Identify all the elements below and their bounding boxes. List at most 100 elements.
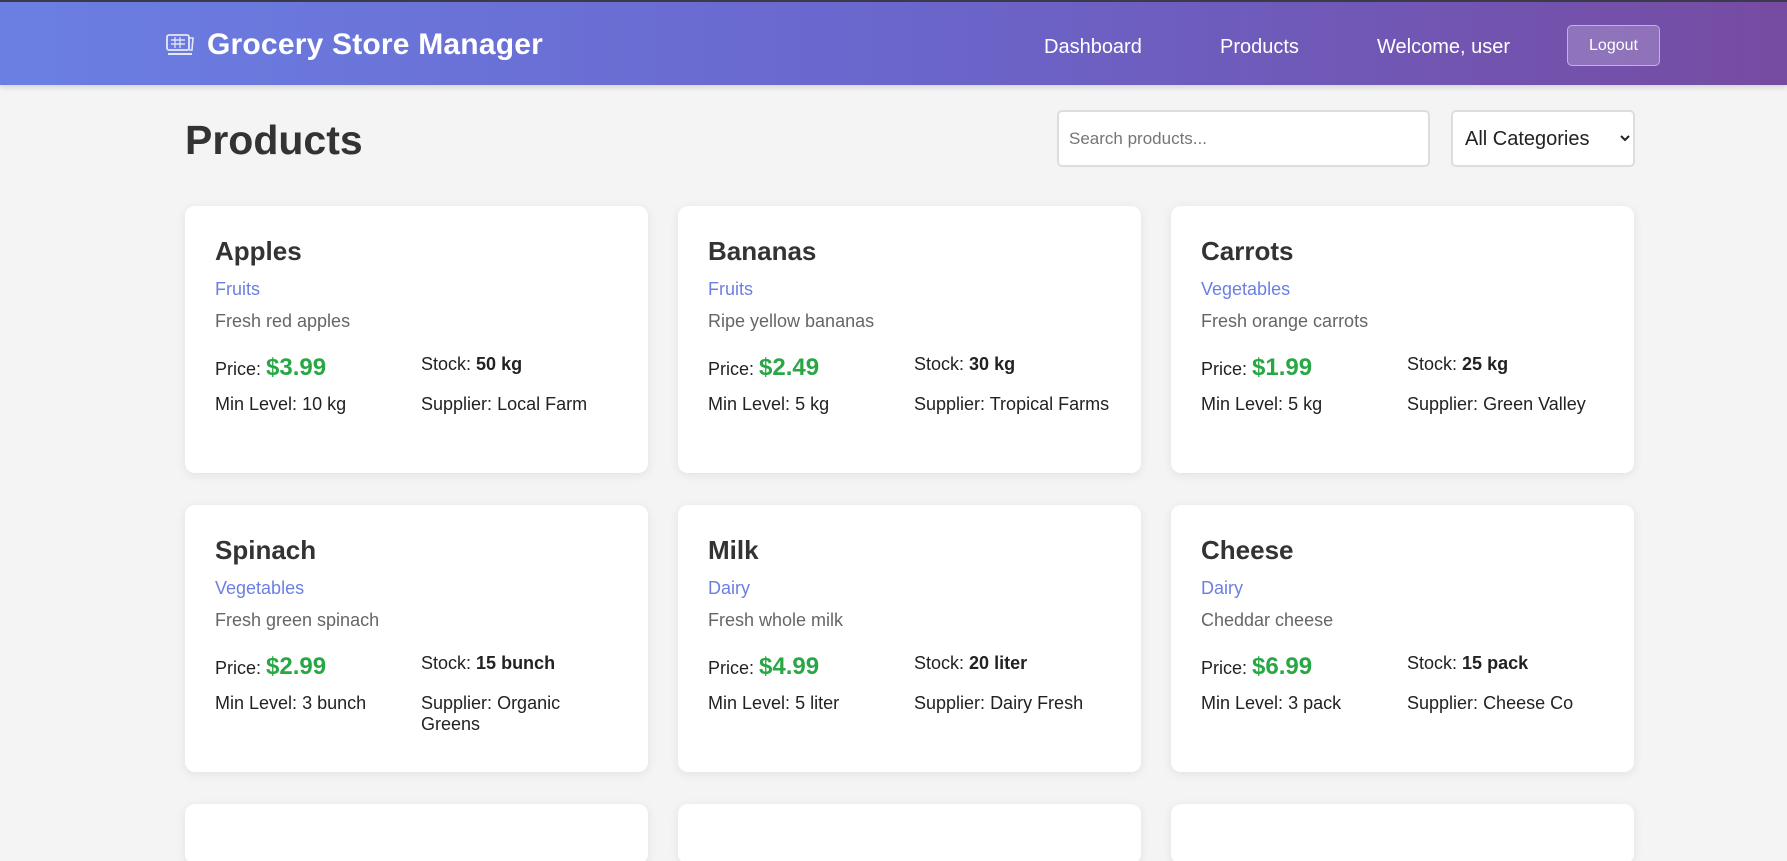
price-value: $2.99: [266, 653, 327, 680]
supplier-value: Dairy Fresh: [990, 693, 1084, 713]
supplier-label: Supplier:: [914, 394, 986, 414]
product-name: Bananas: [708, 236, 817, 266]
min-level-label: Min Level:: [708, 394, 791, 414]
min-level-value: 3 bunch: [302, 693, 367, 713]
supplier-value: Cheese Co: [1483, 693, 1574, 713]
product-description: Ripe yellow bananas: [708, 311, 875, 331]
min-level-label: Min Level:: [1201, 394, 1284, 414]
supplier-label: Supplier:: [1407, 693, 1479, 713]
welcome-text: Welcome, user: [1377, 36, 1511, 58]
price-value: $3.99: [266, 354, 327, 381]
price-value: $1.99: [1252, 354, 1313, 381]
min-level-label: Min Level:: [215, 394, 298, 414]
price-field: Price: $2.49: [708, 354, 914, 382]
supplier-field: Supplier: Tropical Farms: [914, 394, 1114, 415]
stock-label: Stock:: [914, 354, 965, 374]
product-card[interactable]: Cheese Dairy Cheddar cheese Price: $6.99…: [1171, 505, 1634, 772]
supplier-label: Supplier:: [421, 394, 493, 414]
product-description: Fresh green spinach: [215, 610, 380, 630]
price-label: Price:: [215, 658, 262, 678]
product-category: Fruits: [215, 279, 260, 299]
product-card[interactable]: [1171, 804, 1634, 861]
price-label: Price:: [1201, 359, 1248, 379]
product-description: Cheddar cheese: [1201, 610, 1334, 630]
nav-products-link[interactable]: Products: [1220, 36, 1299, 59]
product-description: Fresh orange carrots: [1201, 311, 1369, 331]
product-details: Price: $4.99 Stock: 20 liter Min Level: …: [708, 653, 1111, 714]
product-card[interactable]: Carrots Vegetables Fresh orange carrots …: [1171, 206, 1634, 473]
supplier-label: Supplier:: [421, 693, 493, 713]
product-card[interactable]: [678, 804, 1141, 861]
product-card[interactable]: Apples Fruits Fresh red apples Price: $3…: [185, 206, 648, 473]
min-level-value: 5 kg: [795, 394, 830, 414]
product-category: Vegetables: [215, 578, 305, 598]
min-level-value: 3 pack: [1288, 693, 1342, 713]
price-value: $6.99: [1252, 653, 1313, 680]
stock-label: Stock:: [1407, 653, 1458, 673]
category-filter-select[interactable]: All Categories: [1451, 110, 1635, 167]
min-level-field: Min Level: 10 kg: [215, 394, 421, 415]
stock-label: Stock:: [421, 354, 472, 374]
supplier-field: Supplier: Cheese Co: [1407, 693, 1607, 714]
product-description: Fresh red apples: [215, 311, 351, 331]
product-category: Dairy: [1201, 578, 1244, 598]
supplier-field: Supplier: Local Farm: [421, 394, 621, 415]
brand[interactable]: Grocery Store Manager: [165, 28, 543, 62]
price-field: Price: $6.99: [1201, 653, 1407, 681]
min-level-value: 10 kg: [302, 394, 347, 414]
min-level-label: Min Level:: [215, 693, 298, 713]
min-level-field: Min Level: 3 pack: [1201, 693, 1407, 714]
min-level-field: Min Level: 5 liter: [708, 693, 914, 714]
stock-field: Stock: 15 pack: [1407, 653, 1607, 681]
price-label: Price:: [708, 658, 755, 678]
product-details: Price: $3.99 Stock: 50 kg Min Level: 10 …: [215, 354, 618, 415]
min-level-label: Min Level:: [1201, 693, 1284, 713]
supplier-value: Local Farm: [497, 394, 588, 414]
stock-value: 15 pack: [1462, 653, 1529, 673]
supplier-value: Green Valley: [1483, 394, 1586, 414]
supplier-field: Supplier: Dairy Fresh: [914, 693, 1114, 714]
nav-dashboard-link[interactable]: Dashboard: [1044, 36, 1142, 59]
stock-label: Stock:: [421, 653, 472, 673]
stock-field: Stock: 15 bunch: [421, 653, 621, 681]
stock-value: 15 bunch: [476, 653, 556, 673]
price-label: Price:: [708, 359, 755, 379]
price-value: $2.49: [759, 354, 820, 381]
product-card[interactable]: Bananas Fruits Ripe yellow bananas Price…: [678, 206, 1141, 473]
stock-field: Stock: 25 kg: [1407, 354, 1607, 382]
search-input[interactable]: [1057, 110, 1430, 167]
min-level-label: Min Level:: [708, 693, 791, 713]
stock-field: Stock: 50 kg: [421, 354, 621, 382]
supplier-field: Supplier: Green Valley: [1407, 394, 1607, 415]
product-details: Price: $2.99 Stock: 15 bunch Min Level: …: [215, 653, 618, 735]
product-category: Vegetables: [1201, 279, 1291, 299]
stock-value: 20 liter: [969, 653, 1028, 673]
stock-field: Stock: 30 kg: [914, 354, 1114, 382]
cash-register-icon: [166, 34, 194, 55]
price-field: Price: $2.99: [215, 653, 421, 681]
price-field: Price: $4.99: [708, 653, 914, 681]
product-details: Price: $1.99 Stock: 25 kg Min Level: 5 k…: [1201, 354, 1604, 415]
product-category: Fruits: [708, 279, 753, 299]
product-card[interactable]: Milk Dairy Fresh whole milk Price: $4.99…: [678, 505, 1141, 772]
logout-button[interactable]: Logout: [1567, 25, 1660, 66]
product-card[interactable]: Spinach Vegetables Fresh green spinach P…: [185, 505, 648, 772]
stock-value: 25 kg: [1462, 354, 1509, 374]
supplier-label: Supplier:: [914, 693, 986, 713]
price-field: Price: $1.99: [1201, 354, 1407, 382]
app-title: Grocery Store Manager: [207, 28, 543, 61]
product-name: Cheese: [1201, 535, 1294, 565]
product-grid: Apples Fruits Fresh red apples Price: $3…: [185, 206, 1635, 861]
min-level-field: Min Level: 3 bunch: [215, 693, 421, 735]
product-card[interactable]: [185, 804, 648, 861]
supplier-field: Supplier: Organic Greens: [421, 693, 621, 735]
product-category: Dairy: [708, 578, 751, 598]
min-level-field: Min Level: 5 kg: [1201, 394, 1407, 415]
product-name: Carrots: [1201, 236, 1294, 266]
stock-label: Stock:: [914, 653, 965, 673]
stock-field: Stock: 20 liter: [914, 653, 1114, 681]
product-name: Milk: [708, 535, 759, 565]
product-name: Spinach: [215, 535, 317, 565]
stock-value: 50 kg: [476, 354, 523, 374]
product-details: Price: $2.49 Stock: 30 kg Min Level: 5 k…: [708, 354, 1111, 415]
